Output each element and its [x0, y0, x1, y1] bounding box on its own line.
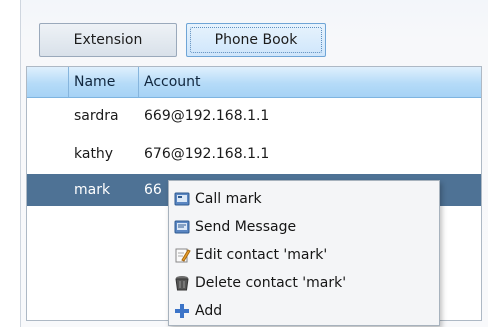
menu-item-add[interactable]: Add: [169, 296, 439, 325]
menu-item-delete-contact[interactable]: Delete contact 'mark': [169, 268, 439, 297]
menu-item-label: Edit contact 'mark': [195, 246, 328, 263]
tab-extension[interactable]: Extension: [39, 23, 177, 57]
contact-account: 66: [144, 182, 162, 198]
column-header-name[interactable]: Name: [69, 67, 139, 97]
menu-item-edit-contact[interactable]: Edit contact 'mark': [169, 240, 439, 269]
tab-bar: Extension Phone Book: [21, 0, 488, 62]
call-icon: [173, 190, 191, 208]
menu-item-label: Delete contact 'mark': [195, 274, 347, 291]
menu-item-send-message[interactable]: Send Message: [169, 212, 439, 241]
column-header-account[interactable]: Account: [139, 67, 481, 97]
menu-item-call[interactable]: Call mark: [169, 184, 439, 213]
add-icon: [173, 302, 191, 320]
trash-icon: [173, 274, 191, 292]
contact-account: 669@192.168.1.1: [144, 108, 270, 124]
contact-name: kathy: [74, 146, 114, 162]
contact-account: 676@192.168.1.1: [144, 146, 270, 162]
column-header-blank[interactable]: [27, 67, 69, 97]
menu-item-label: Send Message: [195, 218, 297, 235]
contact-name: sardra: [74, 108, 119, 124]
table-row[interactable]: sardra 669@192.168.1.1: [27, 100, 481, 132]
context-menu: Call mark Send Message Edit contact 'mar…: [168, 180, 440, 326]
tab-phone-book[interactable]: Phone Book: [186, 23, 326, 57]
tab-phone-book-label: Phone Book: [214, 32, 298, 48]
table-row[interactable]: kathy 676@192.168.1.1: [27, 138, 481, 170]
menu-item-label: Add: [195, 302, 223, 319]
tab-extension-label: Extension: [73, 32, 143, 48]
table-header: Name Account: [27, 67, 481, 98]
menu-item-label: Call mark: [195, 190, 262, 207]
edit-icon: [173, 246, 191, 264]
contact-name: mark: [74, 182, 111, 198]
message-icon: [173, 218, 191, 236]
